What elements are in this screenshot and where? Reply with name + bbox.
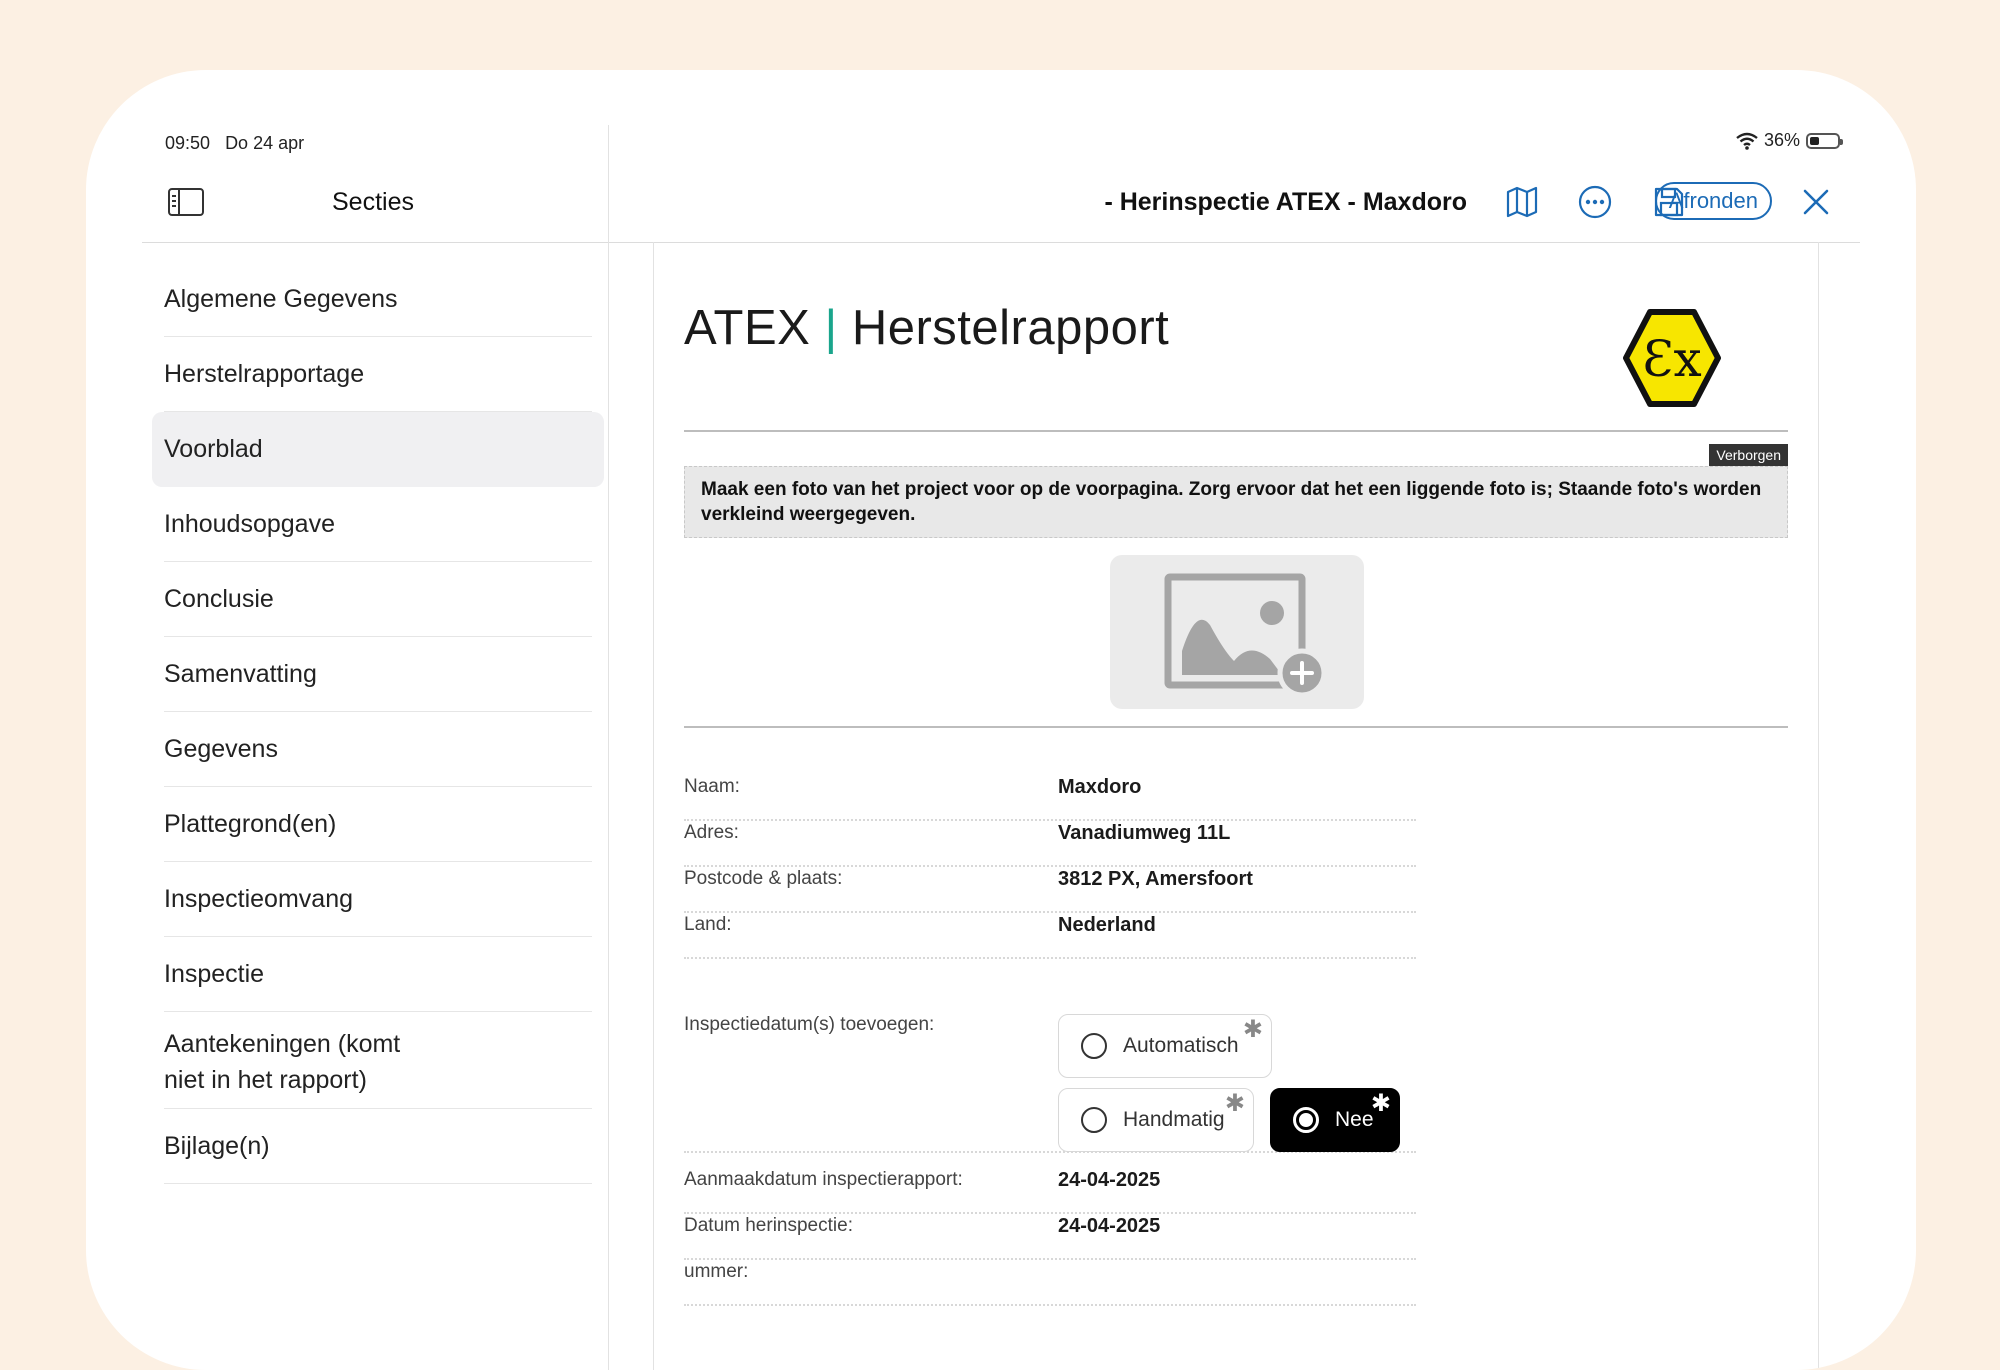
radio-label: Handmatig <box>1123 1108 1225 1131</box>
field-label: Postcode & plaats: <box>684 868 843 889</box>
required-icon: ✱ <box>1370 1090 1391 1117</box>
report-title-prefix: ATEX <box>684 301 811 355</box>
battery-icon <box>1806 132 1843 149</box>
sidebar-item[interactable]: Herstelrapportage <box>164 337 592 412</box>
sidebar-item[interactable]: Algemene Gegevens <box>164 262 592 337</box>
field-row: Land: Nederland <box>684 900 1416 959</box>
field-label: Land: <box>684 914 732 935</box>
more-icon[interactable] <box>1575 182 1615 222</box>
hidden-badge: Verborgen <box>1709 444 1788 466</box>
title-divider <box>684 430 1788 432</box>
sidebar-item-label: Aantekeningen (komt niet in het rapport) <box>164 1030 401 1094</box>
report-page: ATEX | Herstelrapport Ɛx Verborgen Maak … <box>653 242 1819 1370</box>
field-value[interactable]: Nederland <box>1058 914 1156 937</box>
section-list: Algemene Gegevens Herstelrapportage Voorbl… <box>152 262 604 1184</box>
atex-ex-logo: Ɛx <box>1623 309 1721 407</box>
sidebar-item-label: Bijlage(n) <box>164 1131 270 1160</box>
report-title: ATEX | Herstelrapport <box>684 300 1169 356</box>
sidebar-toggle-icon[interactable] <box>168 188 204 216</box>
radio-automatisch[interactable]: Automatisch ✱ <box>1058 1014 1272 1078</box>
radio-nee[interactable]: Nee ✱ <box>1270 1088 1400 1152</box>
wifi-icon <box>1736 132 1758 150</box>
radio-circle <box>1081 1033 1107 1059</box>
sidebar-item-label: Inspectieomvang <box>164 884 354 913</box>
date: Do 24 apr <box>225 133 305 153</box>
field-label: Naam: <box>684 776 740 797</box>
ex-logo-text: Ɛx <box>1642 330 1701 388</box>
finish-button[interactable]: Afronden <box>1654 182 1772 220</box>
radio-circle <box>1293 1107 1319 1133</box>
ipad-screen: 09:50 Do 24 apr 36% Secties Algemene Geg… <box>86 70 1916 1370</box>
sidebar-item-label: Plattegrond(en) <box>164 809 337 838</box>
status-time: 09:50 Do 24 apr <box>165 133 304 154</box>
status-bar: 09:50 Do 24 apr 36% <box>86 70 1916 153</box>
sidebar-item-label: Herstelrapportage <box>164 359 365 388</box>
sidebar-item-label: Samenvatting <box>164 659 317 688</box>
map-icon[interactable] <box>1502 182 1542 222</box>
sidebar-item-label: Algemene Gegevens <box>164 284 398 313</box>
add-image-icon <box>1164 573 1327 698</box>
radio-handmatig[interactable]: Handmatig ✱ <box>1058 1088 1254 1152</box>
field-row: ummer: <box>684 1247 1416 1306</box>
field-value[interactable]: 3812 PX, Amersfoort <box>1058 868 1253 891</box>
sidebar-item-label: Conclusie <box>164 584 274 613</box>
radio-label: Nee <box>1335 1108 1374 1131</box>
radio-circle <box>1081 1107 1107 1133</box>
field-value[interactable]: 24-04-2025 <box>1058 1215 1160 1238</box>
radio-label: Automatisch <box>1123 1034 1239 1057</box>
sidebar-item-label: Inspectie <box>164 959 265 988</box>
field-label: Adres: <box>684 822 739 843</box>
split-divider <box>608 125 609 1370</box>
clock: 09:50 <box>165 133 211 153</box>
close-icon[interactable] <box>1796 182 1836 222</box>
battery-percent: 36% <box>1763 130 1800 150</box>
field-value[interactable]: 24-04-2025 <box>1058 1169 1160 1192</box>
sidebar-item[interactable]: Plattegrond(en) <box>164 787 592 862</box>
sidebar-item-label: Voorblad <box>164 434 263 463</box>
status-right: 36% <box>1736 130 1843 151</box>
sidebar-item[interactable]: Bijlage(n) <box>164 1109 592 1184</box>
sidebar-item[interactable]: Conclusie <box>164 562 592 637</box>
inspection-date-row: Inspectiedatum(s) toevoegen: Automatisch… <box>684 1000 1416 1153</box>
sidebar-item[interactable]: Inspectie <box>164 937 592 1012</box>
report-title-main: Herstelrapport <box>851 301 1170 355</box>
field-value[interactable]: Vanadiumweg 11L <box>1058 822 1230 845</box>
required-icon: ✱ <box>1242 1016 1263 1043</box>
required-icon: ✱ <box>1224 1090 1245 1117</box>
sidebar-item-label: Gegevens <box>164 734 278 763</box>
sidebar-item[interactable]: Aantekeningen (komt niet in het rapport) <box>164 1012 592 1109</box>
sidebar-title: Secties <box>332 188 414 216</box>
photo-instruction: Maak een foto van het project voor op de… <box>684 466 1788 538</box>
sidebar-item[interactable]: Gegevens <box>164 712 592 787</box>
field-value[interactable]: Maxdoro <box>1058 776 1141 799</box>
sidebar-item-label: Inhoudsopgave <box>164 509 335 538</box>
sidebar-item[interactable]: Voorblad <box>152 412 604 487</box>
document-title: - Herinspectie ATEX - Maxdoro <box>1104 188 1467 216</box>
report-title-separator: | <box>824 301 838 355</box>
field-label: ummer: <box>684 1261 749 1282</box>
field-label: Datum herinspectie: <box>684 1215 853 1236</box>
photo-divider <box>684 726 1788 728</box>
field-label: Aanmaakdatum inspectierapport: <box>684 1169 963 1190</box>
field-label: Inspectiedatum(s) toevoegen: <box>684 1014 935 1035</box>
add-photo-button[interactable] <box>1110 555 1364 709</box>
sidebar-item[interactable]: Samenvatting <box>164 637 592 712</box>
sidebar-item[interactable]: Inhoudsopgave <box>164 487 592 562</box>
sidebar-item[interactable]: Inspectieomvang <box>164 862 592 937</box>
